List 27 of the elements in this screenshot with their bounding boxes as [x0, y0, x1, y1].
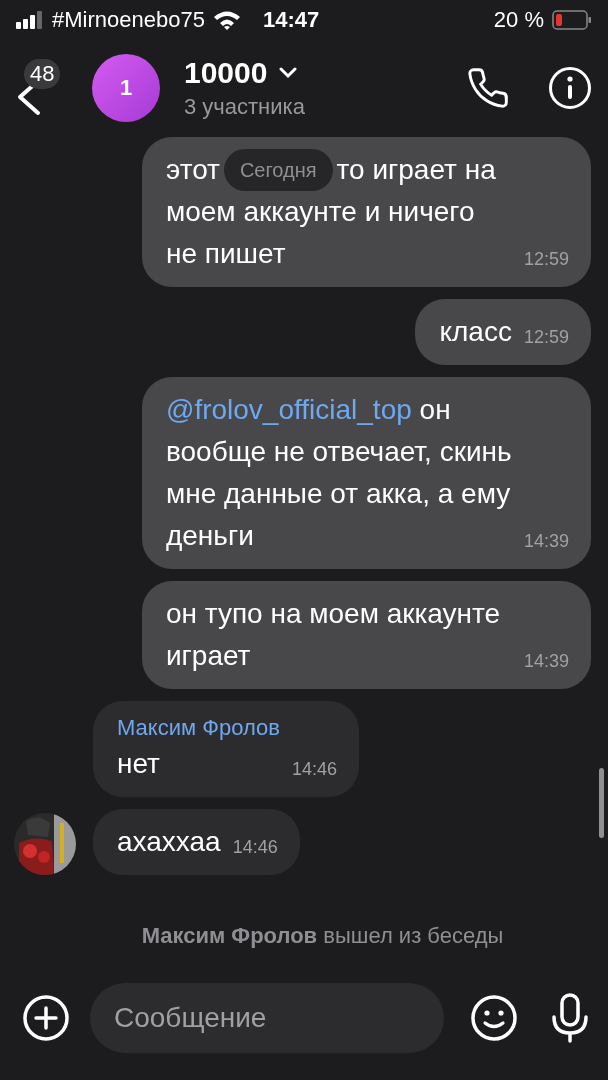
system-message: Максим Фролов вышел из беседы: [140, 923, 505, 949]
message-input[interactable]: Сообщение: [90, 983, 444, 1053]
mention-link[interactable]: @frolov_official_top: [165, 394, 412, 425]
member-count: 3 участника: [184, 94, 305, 120]
message-text: @frolov_official_top он вообще не отвечает, скинь мне данные от акка, а ему деньги: [165, 393, 512, 553]
message-text: ахаххаа: [117, 825, 221, 859]
chat-avatar[interactable]: 1: [92, 54, 160, 122]
message-time: 12:59: [523, 248, 569, 271]
date-pill: Сегодня: [223, 149, 333, 191]
message-text: этот: [165, 153, 220, 187]
clock-time: 14:47: [262, 7, 320, 33]
message-text: класс: [439, 315, 512, 349]
battery-percent: 20 %: [493, 7, 544, 33]
sender-name: Максим Фролов: [117, 714, 280, 742]
chat-title[interactable]: 10000: [184, 56, 268, 90]
message-time: 14:46: [291, 758, 337, 781]
message-text: он тупо на моем аккаунте играет: [165, 597, 502, 673]
message-time: 14:39: [523, 650, 569, 673]
message-time: 14:46: [232, 836, 278, 859]
message-time: 12:59: [523, 326, 569, 349]
unread-badge: 48: [24, 59, 61, 89]
message-text: то играет на: [336, 153, 496, 187]
carrier-name: #Mirnoenebo75: [52, 7, 205, 33]
message-time: 14:39: [523, 530, 569, 553]
message-text: нет: [117, 747, 161, 781]
back-button[interactable]: 48: [14, 53, 64, 123]
message-text: моем аккаунте и ничего не пишет: [165, 195, 476, 271]
